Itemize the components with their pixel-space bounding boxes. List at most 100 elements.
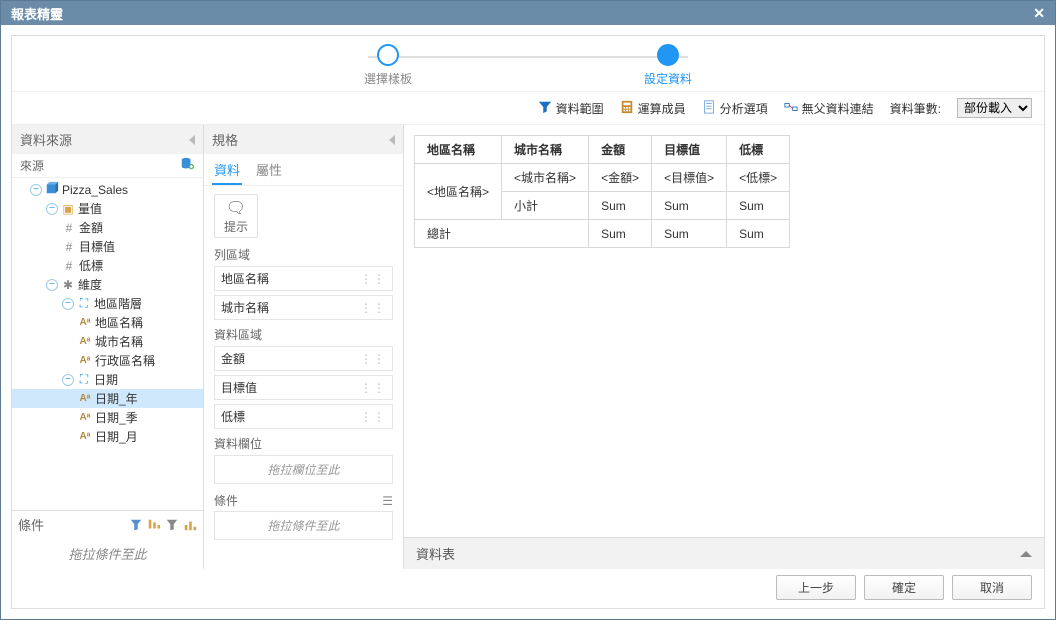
attr-icon: Aᵃ: [78, 412, 92, 423]
collapse-toggle[interactable]: −: [46, 279, 58, 291]
wizard-steps: 選擇樣板 設定資料: [12, 36, 1044, 91]
step-label: 選擇樣板: [364, 70, 412, 87]
panel-title: 資料來源: [20, 130, 72, 149]
conditions-placeholder[interactable]: 拖拉條件至此: [12, 538, 203, 569]
collapse-icon[interactable]: [189, 135, 195, 145]
filter-icon[interactable]: [165, 518, 179, 532]
panel-title: 規格: [212, 130, 238, 149]
cell: Sum: [727, 192, 790, 220]
tree-node-attr[interactable]: Aᵃ城市名稱: [12, 332, 203, 351]
col-header: 金額: [589, 136, 652, 164]
document-icon: [702, 100, 716, 117]
tool-data-scope[interactable]: 資料範圍: [538, 100, 604, 117]
tool-analysis-options[interactable]: 分析選項: [702, 100, 768, 117]
section-label: 條件: [214, 492, 238, 509]
wizard-dialog: 報表精靈 ✕ 選擇樣板 設定資料: [0, 0, 1056, 620]
data-field-item[interactable]: 金額⋮⋮: [214, 346, 393, 371]
prev-button[interactable]: 上一步: [776, 575, 856, 600]
spec-panel: 規格 資料 屬性 🗨 提示 列區域 地區名稱⋮⋮ 城市名稱⋮⋮ 資料區域: [204, 125, 404, 569]
step-template[interactable]: 選擇樣板: [348, 44, 428, 87]
collapse-toggle[interactable]: −: [62, 298, 74, 310]
tree-node-measure[interactable]: #目標值: [12, 237, 203, 256]
rank-icon[interactable]: [183, 518, 197, 532]
tree-node-attr[interactable]: Aᵃ日期_月: [12, 427, 203, 446]
funnel-icon[interactable]: [129, 518, 143, 532]
wizard-main: 資料來源 來源 −: [12, 124, 1044, 569]
link-icon: [784, 100, 798, 117]
section-label: 資料區域: [214, 326, 393, 343]
cell: Sum: [652, 220, 727, 248]
collapse-toggle[interactable]: −: [30, 184, 42, 196]
step-data[interactable]: 設定資料: [628, 44, 708, 87]
folder-icon: ▣: [61, 202, 75, 216]
collapse-toggle[interactable]: −: [62, 374, 74, 386]
source-label: 來源: [20, 157, 44, 174]
drag-handle-icon[interactable]: ⋮⋮: [360, 381, 386, 395]
hint-button[interactable]: 🗨 提示: [214, 194, 258, 238]
step-label: 設定資料: [644, 70, 692, 87]
tree-node-dimensions[interactable]: − ✱ 維度: [12, 275, 203, 294]
row-field-item[interactable]: 地區名稱⋮⋮: [214, 266, 393, 291]
attr-icon: Aᵃ: [78, 317, 92, 328]
hierarchy-icon: ⛶: [77, 296, 91, 311]
list-icon[interactable]: ☰: [382, 494, 393, 508]
tree-node-attr[interactable]: Aᵃ日期_季: [12, 408, 203, 427]
tree-node-measure[interactable]: #低標: [12, 256, 203, 275]
source-tree: − Pizza_Sales − ▣ 量值 #金額 #目標值: [12, 178, 203, 452]
tab-attrs[interactable]: 屬性: [254, 156, 284, 185]
row-field-item[interactable]: 城市名稱⋮⋮: [214, 295, 393, 320]
drag-handle-icon[interactable]: ⋮⋮: [360, 272, 386, 286]
tree-node-measures[interactable]: − ▣ 量值: [12, 199, 203, 218]
dimension-icon: ✱: [61, 278, 75, 292]
cell: 總計: [415, 220, 589, 248]
cell: Sum: [727, 220, 790, 248]
tree-node-hierarchy[interactable]: − ⛶ 地區階層: [12, 294, 203, 313]
cube-icon: [45, 181, 59, 198]
toolbar: 資料範圍 運算成員 分析選項 無父資料連結 資料筆數:: [12, 91, 1044, 124]
col-header: 目標值: [652, 136, 727, 164]
ok-button[interactable]: 確定: [864, 575, 944, 600]
data-table-toggle[interactable]: 資料表: [404, 537, 1044, 569]
cancel-button[interactable]: 取消: [952, 575, 1032, 600]
close-icon[interactable]: ✕: [1033, 5, 1045, 22]
tree-node-attr[interactable]: Aᵃ地區名稱: [12, 313, 203, 332]
cell: <目標值>: [652, 164, 727, 192]
data-field-dropzone[interactable]: 拖拉欄位至此: [214, 455, 393, 484]
funnel-icon: [538, 100, 552, 117]
collapse-icon[interactable]: [389, 135, 395, 145]
conditions-panel: 條件 拖拉條件至此: [12, 510, 203, 569]
collapse-toggle[interactable]: −: [46, 203, 58, 215]
tab-data[interactable]: 資料: [212, 156, 242, 185]
dialog-title: 報表精靈: [11, 4, 63, 23]
tree-node-dataset[interactable]: − Pizza_Sales: [12, 180, 203, 199]
cell: Sum: [652, 192, 727, 220]
record-count-select[interactable]: 部份載入: [957, 98, 1032, 118]
wizard-footer: 上一步 確定 取消: [12, 569, 1044, 608]
tool-no-parent-link[interactable]: 無父資料連結: [784, 100, 874, 117]
drag-handle-icon[interactable]: ⋮⋮: [360, 410, 386, 424]
conditions-title: 條件: [18, 515, 44, 534]
cell: <金額>: [589, 164, 652, 192]
cell: <地區名稱>: [415, 164, 502, 220]
attr-icon: Aᵃ: [78, 355, 92, 366]
data-field-item[interactable]: 低標⋮⋮: [214, 404, 393, 429]
attr-icon: Aᵃ: [78, 393, 92, 404]
tree-node-attr[interactable]: Aᵃ行政區名稱: [12, 351, 203, 370]
col-header: 低標: [727, 136, 790, 164]
record-count-label: 資料筆數:: [890, 100, 941, 117]
tree-node-measure[interactable]: #金額: [12, 218, 203, 237]
database-icon[interactable]: [179, 157, 195, 174]
tool-calc-members[interactable]: 運算成員: [620, 100, 686, 117]
titlebar: 報表精靈 ✕: [1, 1, 1055, 25]
drag-handle-icon[interactable]: ⋮⋮: [360, 352, 386, 366]
hierarchy-icon: ⛶: [77, 372, 91, 387]
preview-panel: 地區名稱 城市名稱 金額 目標值 低標 <地區名稱> <城市名稱> <金額> <…: [404, 125, 1044, 569]
tree-node-attr[interactable]: Aᵃ日期_年: [12, 389, 203, 408]
conditions-dropzone[interactable]: 拖拉條件至此: [214, 511, 393, 540]
cell: <城市名稱>: [502, 164, 589, 192]
drag-handle-icon[interactable]: ⋮⋮: [360, 301, 386, 315]
tree-node-hierarchy[interactable]: − ⛶ 日期: [12, 370, 203, 389]
data-field-item[interactable]: 目標值⋮⋮: [214, 375, 393, 400]
calculator-icon: [620, 100, 634, 117]
sort-icon[interactable]: [147, 518, 161, 532]
